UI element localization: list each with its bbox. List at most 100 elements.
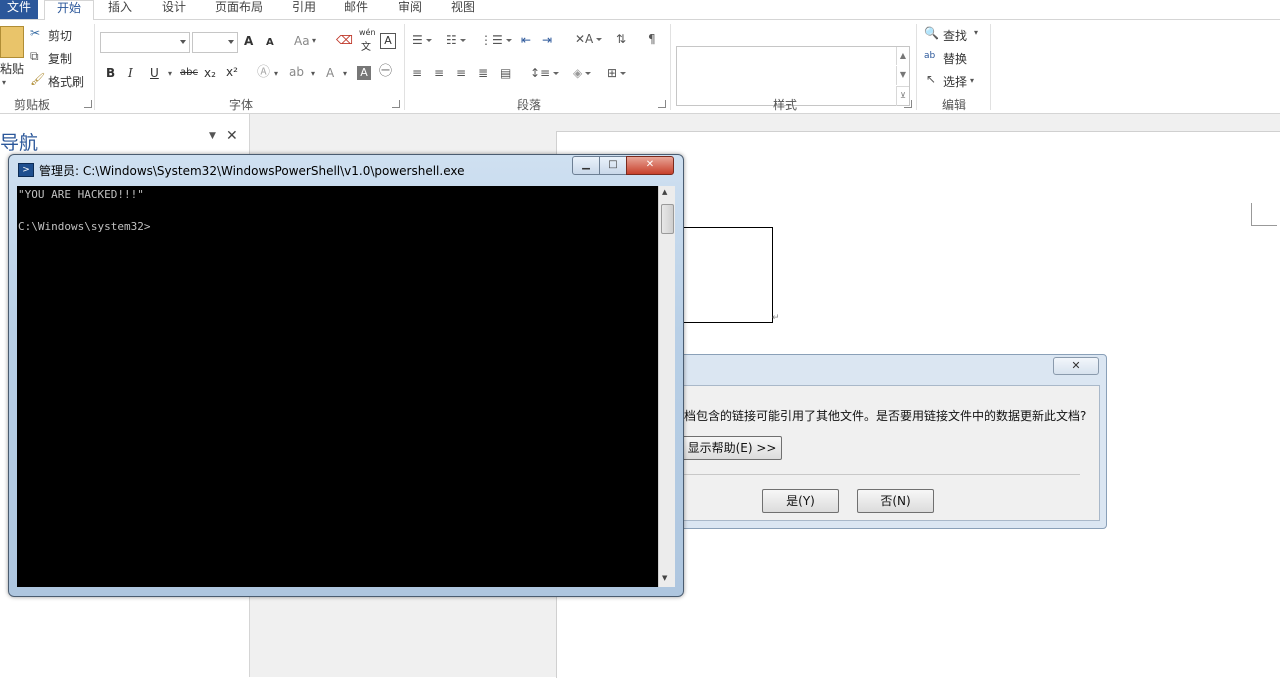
italic-button[interactable]: I: [128, 66, 133, 80]
ribbon-tab-bar: 文件 开始 插入 设计 页面布局 引用 邮件 审阅 视图: [0, 0, 1280, 21]
pane-options-icon[interactable]: ▼: [209, 131, 216, 141]
character-border-icon[interactable]: A: [380, 33, 396, 49]
tab-design[interactable]: 设计: [152, 0, 196, 19]
strikethrough-button[interactable]: abc: [180, 67, 198, 78]
tab-home[interactable]: 开始: [44, 0, 94, 21]
highlight-color-icon[interactable]: ab: [289, 65, 304, 79]
chevron-up-icon[interactable]: ▲: [896, 47, 909, 65]
chevron-up-icon[interactable]: ▲: [662, 188, 667, 196]
show-marks-icon[interactable]: ¶: [648, 32, 656, 46]
format-painter-button[interactable]: 格式刷: [48, 73, 84, 90]
replace-icon: ab: [924, 51, 936, 61]
tab-insert[interactable]: 插入: [100, 0, 140, 19]
group-separator: [916, 24, 917, 110]
phonetic-guide-top[interactable]: wén: [359, 28, 376, 37]
group-separator: [404, 24, 405, 110]
cut-button[interactable]: 剪切: [48, 27, 72, 44]
tab-references[interactable]: 引用: [284, 0, 324, 19]
scroll-thumb[interactable]: [661, 204, 674, 234]
paragraph-mark-icon: ↵: [772, 313, 780, 323]
change-case-button[interactable]: Aa: [294, 34, 310, 48]
shading-icon[interactable]: ◈: [573, 66, 592, 80]
shrink-font-button[interactable]: A: [266, 37, 274, 48]
decrease-indent-icon[interactable]: ⇤: [521, 33, 531, 47]
group-separator: [670, 24, 671, 110]
enclose-characters-icon[interactable]: ㊀: [379, 65, 392, 79]
dialog-divider: [680, 474, 1080, 475]
yes-button[interactable]: 是(Y): [762, 489, 839, 513]
clear-formatting-icon[interactable]: ⌫: [336, 33, 353, 47]
tab-mailings[interactable]: 邮件: [336, 0, 376, 19]
format-painter-icon: 🖌: [30, 72, 46, 86]
replace-button[interactable]: 替换: [943, 50, 967, 67]
text-effects-icon[interactable]: Ⓐ: [257, 66, 270, 80]
styles-launcher-icon[interactable]: [904, 100, 912, 108]
subscript-button[interactable]: x₂: [204, 66, 216, 80]
tab-review[interactable]: 审阅: [390, 0, 430, 19]
line-spacing-icon[interactable]: ↕≡: [530, 66, 560, 80]
binoculars-icon: 🔍: [924, 26, 939, 40]
chevron-down-icon[interactable]: ▼: [896, 66, 909, 85]
tab-file[interactable]: 文件: [0, 0, 38, 19]
chinese-layout-icon[interactable]: ✕A: [575, 32, 603, 46]
dialog-close-button[interactable]: ✕: [1053, 357, 1099, 375]
clipboard-launcher-icon[interactable]: [84, 100, 92, 108]
increase-indent-icon[interactable]: ⇥: [542, 33, 552, 47]
paste-button[interactable]: 粘贴: [0, 60, 24, 77]
chevron-down-icon: [180, 40, 186, 44]
bold-button[interactable]: B: [106, 66, 115, 80]
character-shading-icon[interactable]: A: [357, 66, 371, 80]
paste-icon[interactable]: [0, 26, 24, 58]
cursor-icon: ↖: [926, 72, 937, 86]
paragraph-launcher-icon[interactable]: [658, 100, 666, 108]
underline-button[interactable]: U: [150, 66, 159, 80]
console-scrollbar[interactable]: ▲ ▼: [658, 186, 675, 587]
show-help-button[interactable]: 显示帮助(E) >>: [682, 436, 782, 460]
phonetic-guide-bottom[interactable]: 文: [361, 38, 371, 53]
superscript-button[interactable]: x²: [226, 65, 238, 79]
distributed-icon[interactable]: ▤: [500, 66, 511, 80]
minimize-button[interactable]: ▁: [572, 156, 600, 175]
select-button[interactable]: 选择: [943, 73, 967, 90]
text-box[interactable]: [680, 227, 773, 323]
chevron-down-icon: ▾: [311, 69, 316, 78]
paste-dropdown-icon[interactable]: ▾: [2, 76, 6, 90]
dialog-message: 档包含的链接可能引用了其他文件。是否要用链接文件中的数据更新此文档?: [684, 409, 1087, 423]
no-button[interactable]: 否(N): [857, 489, 934, 513]
copy-icon: ⧉: [30, 49, 39, 63]
font-color-icon[interactable]: A: [326, 66, 334, 80]
chevron-down-icon: ▾: [343, 69, 348, 78]
dialog-body: 档包含的链接可能引用了其他文件。是否要用链接文件中的数据更新此文档? 显示帮助(…: [680, 385, 1100, 521]
chevron-down-icon[interactable]: ▼: [662, 574, 667, 582]
font-size-dropdown[interactable]: [192, 32, 238, 53]
font-launcher-icon[interactable]: [392, 100, 400, 108]
chevron-down-icon: ▾: [970, 76, 975, 85]
font-name-dropdown[interactable]: [100, 32, 190, 53]
powershell-title: 管理员: C:\Windows\System32\WindowsPowerShe…: [39, 164, 465, 178]
justify-icon[interactable]: ≣: [478, 66, 488, 80]
align-left-icon[interactable]: ≡: [412, 66, 422, 80]
scissors-icon: ✂: [30, 26, 41, 40]
borders-icon[interactable]: ⊞: [607, 66, 627, 80]
powershell-window: > 管理员: C:\Windows\System32\WindowsPowerS…: [8, 154, 684, 597]
copy-button[interactable]: 复制: [48, 50, 72, 67]
align-center-icon[interactable]: ≡: [434, 66, 444, 80]
maximize-button[interactable]: □: [599, 156, 627, 175]
console-output[interactable]: "YOU ARE HACKED!!!" C:\Windows\system32>: [17, 186, 658, 587]
grow-font-button[interactable]: A: [244, 34, 253, 48]
numbering-icon[interactable]: ☷: [446, 33, 466, 47]
tab-page-layout[interactable]: 页面布局: [206, 0, 272, 19]
powershell-icon: >: [18, 163, 34, 177]
tab-view[interactable]: 视图: [443, 0, 483, 19]
console-prompt: C:\Windows\system32>: [18, 220, 151, 233]
editing-group-label: 编辑: [941, 98, 966, 112]
group-separator: [990, 24, 991, 110]
multilevel-list-icon[interactable]: ⋮☰: [480, 33, 512, 47]
sort-icon[interactable]: ⇅: [616, 32, 626, 46]
bullets-icon[interactable]: ☰: [412, 33, 432, 47]
powershell-close-button[interactable]: ✕: [626, 156, 674, 175]
align-right-icon[interactable]: ≡: [456, 66, 466, 80]
find-button[interactable]: 查找: [943, 27, 967, 44]
ribbon: 粘贴 ▾ ✂ 剪切 ⧉ 复制 🖌 格式刷 剪贴板 A A Aa ▾ ⌫ wén …: [0, 20, 1280, 114]
close-icon[interactable]: ✕: [226, 128, 238, 144]
